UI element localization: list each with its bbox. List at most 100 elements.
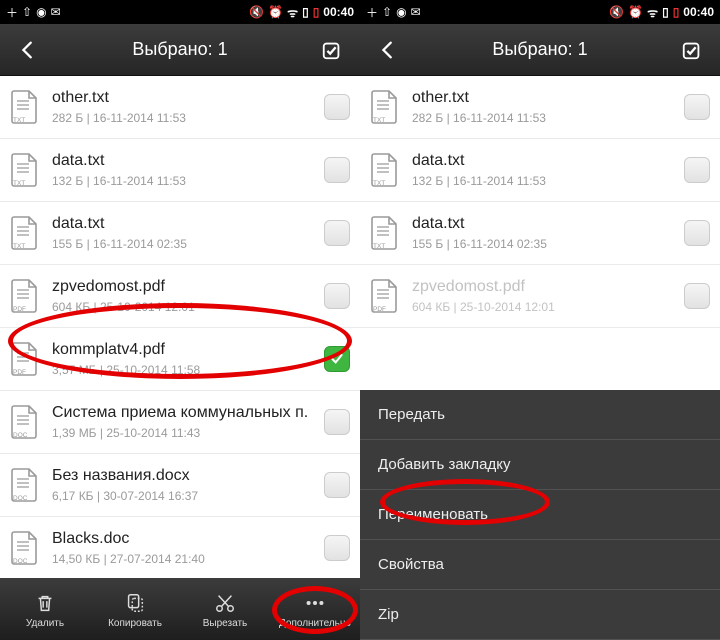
checkbox-icon[interactable] [684,157,710,183]
svg-text:TXT: TXT [13,243,25,250]
file-row[interactable]: PDF zpvedomost.pdf 604 КБ | 25-10-2014 1… [0,265,360,328]
cut-button[interactable]: Вырезать [180,578,270,640]
file-row[interactable]: PDF kommplatv4.pdf 3,57 МБ | 25-10-2014 … [0,328,360,391]
plus-icon: ＋ [366,4,378,21]
file-row[interactable]: PDF zpvedomost.pdf 604 КБ | 25-10-2014 1… [360,265,720,328]
select-all-button[interactable] [674,32,710,68]
checkbox-icon[interactable] [324,535,350,561]
more-button[interactable]: Дополнительно [270,578,360,640]
svg-text:TXT: TXT [373,180,385,187]
file-row[interactable]: DOC Без названия.docx 6,17 КБ | 30-07-20… [0,454,360,517]
file-row[interactable]: TXT data.txt 155 Б | 16-11-2014 02:35 [0,202,360,265]
file-icon: TXT [8,150,42,190]
checkbox-icon[interactable] [684,283,710,309]
file-icon: TXT [8,87,42,127]
signal-icon: ▯ [662,5,669,19]
file-row[interactable]: TXT data.txt 132 Б | 16-11-2014 11:53 [0,139,360,202]
alarm-icon: ⏰ [628,5,643,19]
wifi-icon: ᯤ [287,4,298,21]
file-name: Без названия.docx [52,467,324,485]
clock: 00:40 [323,5,354,19]
battery-icon: ▯ [313,5,320,19]
file-name: data.txt [52,152,324,170]
file-name: Система приема коммунальных п. [52,404,324,422]
select-all-button[interactable] [314,32,350,68]
clock: 00:40 [683,5,714,19]
file-meta: 155 Б | 16-11-2014 02:35 [52,237,324,251]
checkbox-icon[interactable] [324,94,350,120]
appbar: Выбрано: 1 [360,24,720,76]
svg-text:TXT: TXT [373,117,385,124]
file-name: kommplatv4.pdf [52,341,324,359]
file-icon: TXT [368,150,402,190]
file-row[interactable]: TXT data.txt 132 Б | 16-11-2014 11:53 [360,139,720,202]
menu-item[interactable]: Zip [360,590,720,640]
file-list[interactable]: TXT other.txt 282 Б | 16-11-2014 11:53 T… [0,76,360,578]
file-row[interactable]: TXT other.txt 282 Б | 16-11-2014 11:53 [0,76,360,139]
file-meta: 132 Б | 16-11-2014 11:53 [52,174,324,188]
checkbox-icon[interactable] [324,157,350,183]
back-button[interactable] [370,32,406,68]
copy-button[interactable]: Копировать [90,578,180,640]
file-meta: 1,39 МБ | 25-10-2014 11:43 [52,426,324,440]
screen-left: ＋ ⇧ ◉ ✉ 🔇 ⏰ ᯤ ▯ ▯ 00:40 Выбрано: 1 TXT o [0,0,360,640]
battery-icon: ▯ [673,5,680,19]
checkbox-icon[interactable] [324,472,350,498]
back-button[interactable] [10,32,46,68]
checkbox-icon[interactable] [684,220,710,246]
checkbox-icon[interactable] [324,283,350,309]
file-name: data.txt [412,152,684,170]
mail-icon: ✉ [411,5,421,19]
bottom-toolbar: Удалить Копировать Вырезать Дополнительн… [0,578,360,640]
menu-item[interactable]: Свойства [360,540,720,590]
file-row[interactable]: DOC Blacks.doc 14,50 КБ | 27-07-2014 21:… [0,517,360,578]
file-icon: PDF [8,276,42,316]
file-row[interactable]: TXT data.txt 155 Б | 16-11-2014 02:35 [360,202,720,265]
file-row[interactable]: TXT other.txt 282 Б | 16-11-2014 11:53 [360,76,720,139]
sync-icon: ◉ [396,5,406,19]
alarm-icon: ⏰ [268,5,283,19]
checkbox-icon[interactable] [324,409,350,435]
svg-text:TXT: TXT [13,117,25,124]
svg-text:PDF: PDF [13,369,26,376]
menu-item[interactable]: Переименовать [360,490,720,540]
svg-text:PDF: PDF [13,306,26,313]
file-icon: PDF [368,276,402,316]
file-icon: DOC [8,465,42,505]
file-name: Blacks.doc [52,530,324,548]
file-row[interactable]: DOC Система приема коммунальных п. 1,39 … [0,391,360,454]
file-meta: 3,57 МБ | 25-10-2014 11:58 [52,363,324,377]
checkbox-icon[interactable] [324,220,350,246]
appbar: Выбрано: 1 [0,24,360,76]
checkbox-icon[interactable] [684,94,710,120]
upload-icon: ⇧ [382,5,392,19]
delete-button[interactable]: Удалить [0,578,90,640]
statusbar: ＋ ⇧ ◉ ✉ 🔇 ⏰ ᯤ ▯ ▯ 00:40 [0,0,360,24]
file-name: zpvedomost.pdf [52,278,324,296]
file-name: other.txt [412,89,684,107]
upload-icon: ⇧ [22,5,32,19]
file-icon: PDF [8,339,42,379]
file-icon: TXT [8,213,42,253]
file-name: data.txt [52,215,324,233]
appbar-title: Выбрано: 1 [54,39,306,60]
menu-item[interactable]: Передать [360,390,720,440]
statusbar: ＋ ⇧ ◉ ✉ 🔇 ⏰ ᯤ ▯ ▯ 00:40 [360,0,720,24]
svg-text:DOC: DOC [13,495,28,502]
mute-icon: 🔇 [609,5,624,19]
plus-icon: ＋ [6,4,18,21]
file-icon: DOC [8,402,42,442]
overflow-panel: Удалить Копировать Вырезать Дополнительн… [360,578,720,640]
file-name: other.txt [52,89,324,107]
svg-text:TXT: TXT [13,180,25,187]
file-icon: TXT [368,87,402,127]
svg-text:DOC: DOC [13,558,28,565]
checkbox-icon[interactable] [324,346,350,372]
file-meta: 282 Б | 16-11-2014 11:53 [412,111,684,125]
sync-icon: ◉ [36,5,46,19]
file-meta: 155 Б | 16-11-2014 02:35 [412,237,684,251]
menu-item[interactable]: Добавить закладку [360,440,720,490]
file-meta: 604 КБ | 25-10-2014 12:01 [412,300,684,314]
file-icon: TXT [368,213,402,253]
file-name: zpvedomost.pdf [412,278,684,296]
